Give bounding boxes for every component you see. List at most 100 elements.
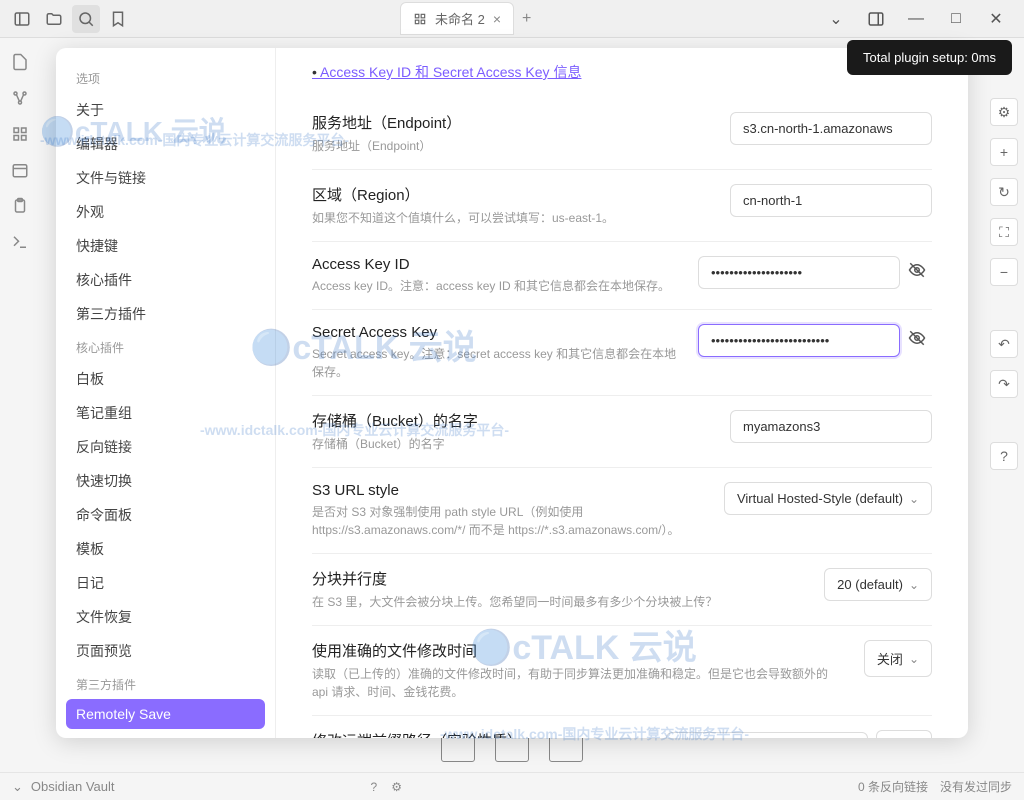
row-bucket: 存储桶（Bucket）的名字存储桶（Bucket）的名字 xyxy=(312,395,932,467)
backlinks-count[interactable]: 0 条反向链接 xyxy=(858,778,928,795)
bookmark-icon[interactable] xyxy=(104,5,132,33)
right-rail: ⚙ + ↻ ⛶ − ↶ ↷ ? xyxy=(984,38,1024,772)
urlstyle-desc: 是否对 S3 对象强制使用 path style URL（例如使用 https:… xyxy=(312,503,704,539)
tab-title: 未命名 2 xyxy=(435,9,485,28)
row-mtime: 使用准确的文件修改时间读取（已上传的）准确的文件修改时间，有助于同步算法更加准确… xyxy=(312,625,932,715)
bucket-title: 存储桶（Bucket）的名字 xyxy=(312,410,710,431)
terminal-icon[interactable] xyxy=(8,230,32,254)
urlstyle-select[interactable]: Virtual Hosted-Style (default) xyxy=(724,482,932,515)
undo-icon[interactable]: ↶ xyxy=(990,330,1018,358)
sak-input[interactable] xyxy=(698,324,900,357)
sidebar-section-core: 核心插件 xyxy=(56,331,275,362)
sidebar-item-about[interactable]: 关于 xyxy=(56,93,275,127)
sidebar-item-file-recovery[interactable]: 文件恢复 xyxy=(56,600,275,634)
sidebar-item-daily-notes[interactable]: 日记 xyxy=(56,566,275,600)
akid-title: Access Key ID xyxy=(312,256,678,273)
gear-icon[interactable]: ⚙ xyxy=(391,780,402,794)
sidebar-item-canvas[interactable]: 白板 xyxy=(56,362,275,396)
minimize-button[interactable]: ― xyxy=(900,5,932,33)
gear-icon[interactable]: ⚙ xyxy=(990,98,1018,126)
titlebar: 未命名 2 × + ⌄ ― □ ✕ xyxy=(0,0,1024,38)
row-region: 区域（Region） 如果您不知道这个值填什么，可以尝试填写：us-east-1。 xyxy=(312,169,932,241)
maximize-button[interactable]: □ xyxy=(940,5,972,33)
panel-icon[interactable] xyxy=(860,5,892,33)
chevron-icon: ⌄ xyxy=(12,779,23,795)
close-button[interactable]: ✕ xyxy=(980,5,1012,33)
prefix-title: 修改远端前缀路径（实验性质） xyxy=(312,730,646,738)
help-icon[interactable]: ? xyxy=(990,442,1018,470)
concurrency-title: 分块并行度 xyxy=(312,568,804,589)
mtime-desc: 读取（已上传的）准确的文件修改时间，有助于同步算法更加准确和稳定。但是它也会导致… xyxy=(312,665,844,701)
sidebar-item-page-preview[interactable]: 页面预览 xyxy=(56,634,275,668)
concurrency-select[interactable]: 20 (default) xyxy=(824,568,932,601)
settings-content: Access Key ID 和 Secret Access Key 信息 服务地… xyxy=(276,48,968,738)
region-title: 区域（Region） xyxy=(312,184,710,205)
refresh-icon[interactable]: ↻ xyxy=(990,178,1018,206)
plus-icon[interactable]: + xyxy=(990,138,1018,166)
endpoint-input[interactable] xyxy=(730,112,932,145)
row-prefix: 修改远端前缀路径（实验性质）默认设定 s3 保存在存储桶（Bucket）的根目录… xyxy=(312,715,932,738)
canvas-icon[interactable] xyxy=(8,122,32,146)
row-secret-access-key: Secret Access Key Secret access key。注意：se… xyxy=(312,309,932,395)
dropdown-icon[interactable]: ⌄ xyxy=(820,5,852,33)
left-rail xyxy=(0,38,40,772)
akid-desc: Access key ID。注意：access key ID 和其它信息都会在本… xyxy=(312,277,678,295)
mtime-select[interactable]: 关闭 xyxy=(864,640,932,677)
settings-sidebar: 选项 关于 编辑器 文件与链接 外观 快捷键 核心插件 第三方插件 核心插件 白… xyxy=(56,48,276,738)
bucket-desc: 存储桶（Bucket）的名字 xyxy=(312,435,710,453)
help-icon[interactable]: ? xyxy=(371,780,378,794)
sidebar-item-appearance[interactable]: 外观 xyxy=(56,195,275,229)
files-icon[interactable] xyxy=(8,50,32,74)
search-icon[interactable] xyxy=(72,5,100,33)
new-tab-button[interactable]: + xyxy=(522,10,531,28)
confirm-button[interactable]: 确认 xyxy=(876,730,932,738)
calendar-icon[interactable] xyxy=(8,158,32,182)
graph-icon[interactable] xyxy=(8,86,32,110)
eye-off-icon[interactable] xyxy=(908,261,932,285)
sidebar-toggle-icon[interactable] xyxy=(8,5,36,33)
row-endpoint: 服务地址（Endpoint） 服务地址（Endpoint） xyxy=(312,98,932,169)
close-icon[interactable]: × xyxy=(493,11,501,27)
region-input[interactable] xyxy=(730,184,932,217)
tab-untitled[interactable]: 未命名 2 × xyxy=(400,2,514,35)
prefix-input[interactable] xyxy=(666,732,868,738)
sidebar-item-hotkeys[interactable]: 快捷键 xyxy=(56,229,275,263)
sak-desc: Secret access key。注意：secret access key 和… xyxy=(312,345,678,381)
sidebar-item-community-plugins[interactable]: 第三方插件 xyxy=(56,297,275,331)
urlstyle-title: S3 URL style xyxy=(312,482,704,499)
toast-notification: Total plugin setup: 0ms xyxy=(847,40,1012,75)
access-key-info-link[interactable]: Access Key ID 和 Secret Access Key 信息 xyxy=(312,58,932,98)
concurrency-desc: 在 S3 里，大文件会被分块上传。您希望同一时间最多有多少个分块被上传？ xyxy=(312,593,804,611)
folder-icon[interactable] xyxy=(40,5,68,33)
endpoint-desc: 服务地址（Endpoint） xyxy=(312,137,710,155)
vault-name[interactable]: ⌄ Obsidian Vault xyxy=(12,779,115,795)
eye-off-icon[interactable] xyxy=(908,329,932,353)
mtime-title: 使用准确的文件修改时间 xyxy=(312,640,844,661)
akid-input[interactable] xyxy=(698,256,900,289)
sidebar-item-note-composer[interactable]: 笔记重组 xyxy=(56,396,275,430)
bucket-input[interactable] xyxy=(730,410,932,443)
sak-title: Secret Access Key xyxy=(312,324,678,341)
sidebar-item-backlinks[interactable]: 反向链接 xyxy=(56,430,275,464)
sidebar-item-files-links[interactable]: 文件与链接 xyxy=(56,161,275,195)
sidebar-section-options: 选项 xyxy=(56,62,275,93)
sidebar-item-core-plugins[interactable]: 核心插件 xyxy=(56,263,275,297)
settings-modal: ✕ 选项 关于 编辑器 文件与链接 外观 快捷键 核心插件 第三方插件 核心插件… xyxy=(56,48,968,738)
row-url-style: S3 URL style 是否对 S3 对象强制使用 path style URL… xyxy=(312,467,932,553)
sidebar-section-community: 第三方插件 xyxy=(56,668,275,699)
row-access-key-id: Access Key ID Access key ID。注意：access key… xyxy=(312,241,932,309)
sync-status[interactable]: 没有发过同步 xyxy=(940,778,1012,795)
sidebar-item-editor[interactable]: 编辑器 xyxy=(56,127,275,161)
row-concurrency: 分块并行度在 S3 里，大文件会被分块上传。您希望同一时间最多有多少个分块被上传… xyxy=(312,553,932,625)
status-bar: ⌄ Obsidian Vault ? ⚙ 0 条反向链接 没有发过同步 xyxy=(0,772,1024,800)
sidebar-item-command-palette[interactable]: 命令面板 xyxy=(56,498,275,532)
clipboard-icon[interactable] xyxy=(8,194,32,218)
region-desc: 如果您不知道这个值填什么，可以尝试填写：us-east-1。 xyxy=(312,209,710,227)
endpoint-title: 服务地址（Endpoint） xyxy=(312,112,710,133)
redo-icon[interactable]: ↷ xyxy=(990,370,1018,398)
expand-icon[interactable]: ⛶ xyxy=(990,218,1018,246)
minus-icon[interactable]: − xyxy=(990,258,1018,286)
sidebar-item-templates[interactable]: 模板 xyxy=(56,532,275,566)
sidebar-item-remotely-save[interactable]: Remotely Save xyxy=(66,699,265,729)
sidebar-item-quick-switcher[interactable]: 快速切换 xyxy=(56,464,275,498)
